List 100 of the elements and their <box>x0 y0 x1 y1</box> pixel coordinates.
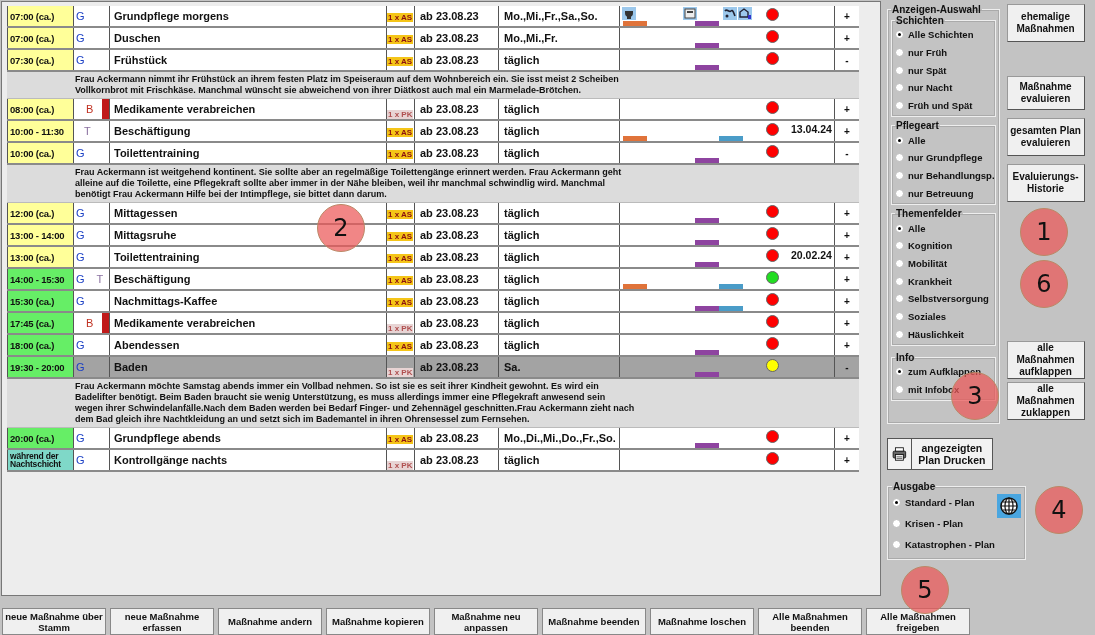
radio-button[interactable] <box>895 171 904 181</box>
expand-toggle[interactable]: + <box>834 203 859 223</box>
plan-row[interactable]: während der Nachtschicht G Kontrollgänge nachts 1 x PK ab 23.08.23 täglich + <box>7 450 859 472</box>
option-label[interactable]: zum Aufklappen <box>908 366 981 378</box>
expand-toggle[interactable]: - <box>834 50 859 70</box>
weekdays: täglich <box>498 99 619 119</box>
radio-button[interactable] <box>895 367 904 377</box>
option-label[interactable]: Soziales <box>908 310 947 322</box>
option-label[interactable]: nur Betreuung <box>908 187 974 199</box>
plan-row[interactable]: 20:00 (ca.) G Grundpflege abends 1 x AS ab 23.08.23 Mo.,Di.,Mi.,Do.,Fr.,So. + <box>7 428 859 450</box>
expand-button[interactable]: alle Maßnahmen aufklappen <box>1006 341 1085 379</box>
plan-row[interactable]: 13:00 (ca.) G Toilettentraining 1 x AS ab 23.08.23 täglich 20.02.24 + <box>7 247 859 269</box>
globe-icon[interactable] <box>996 494 1021 518</box>
action-button[interactable]: Alle Maßnahmen beenden <box>758 608 862 635</box>
expand-toggle[interactable]: + <box>834 291 859 311</box>
action-button[interactable]: neue Maßnahme über Stamm <box>2 608 106 635</box>
radio-button[interactable] <box>892 519 901 528</box>
measure-name: Nachmittags-Kaffee <box>109 291 386 311</box>
plan-row[interactable]: 07:00 (ca.) G Grundpflege morgens 1 x AS ab 23.08.23 Mo.,Mi.,Fr.,Sa.,So. + <box>7 6 859 28</box>
radio-button[interactable] <box>895 65 904 75</box>
option-label[interactable]: nur Nacht <box>908 82 953 94</box>
option-label[interactable]: Alle <box>908 134 926 146</box>
action-button[interactable]: Alle Maßnahmen freigeben <box>866 608 970 635</box>
radio-button[interactable] <box>895 83 904 93</box>
plan-row[interactable]: 14:00 - 15:30 G T Beschäftigung 1 x AS ab 23.08.23 täglich + <box>7 269 859 291</box>
expand-toggle[interactable]: + <box>834 450 859 470</box>
option-label[interactable]: nur Früh <box>908 47 948 59</box>
option-label[interactable]: Selbstversorgung <box>908 293 989 305</box>
expand-button[interactable]: alle Maßnahmen zuklappen <box>1006 382 1085 420</box>
plan-row[interactable]: 17:45 (ca.) B Medikamente verabreichen 1 x PK ab 23.08.23 täglich + <box>7 313 859 335</box>
print-button[interactable]: angezeigten Plan Drucken <box>887 438 993 470</box>
option-label[interactable]: mit Infobox <box>908 384 960 396</box>
measure-name: Frühstück <box>109 50 386 70</box>
staff-badge: 1 x AS <box>387 275 414 285</box>
radio-button[interactable] <box>895 276 904 286</box>
radio-button[interactable] <box>895 385 904 395</box>
option-label[interactable]: nur Grundpflege <box>908 152 983 164</box>
expand-toggle[interactable]: + <box>834 121 859 141</box>
option-label[interactable]: Häuslichkeit <box>908 328 964 340</box>
plan-row[interactable]: 18:00 (ca.) G Abendessen 1 x AS ab 23.08.23 täglich + <box>7 335 859 357</box>
radio-button[interactable] <box>895 30 904 40</box>
expand-toggle[interactable]: + <box>834 313 859 333</box>
option-label[interactable]: nur Spät <box>908 64 947 76</box>
group-title: Ausgabe <box>892 481 937 492</box>
option-label[interactable]: Kognition <box>908 240 953 252</box>
radio-button[interactable] <box>892 498 901 507</box>
radio-button[interactable] <box>895 241 904 251</box>
time-cell: 10:00 - 11:30 <box>7 121 73 141</box>
expand-toggle[interactable]: + <box>834 269 859 289</box>
action-button[interactable]: neue Maßnahme erfassen <box>110 608 214 635</box>
radio-button[interactable] <box>895 188 904 198</box>
radio-button[interactable] <box>895 223 904 233</box>
action-button[interactable]: Maßnahme beenden <box>542 608 646 635</box>
expand-toggle[interactable]: + <box>834 247 859 267</box>
plan-row[interactable]: 10:00 (ca.) G Toilettentraining 1 x AS ab 23.08.23 täglich - <box>7 143 859 165</box>
radio-button[interactable] <box>895 48 904 58</box>
side-button[interactable]: Evaluierungs-Historie <box>1006 164 1085 202</box>
option-label[interactable]: Alle Schichten <box>908 29 974 41</box>
action-button[interactable]: Maßnahme loschen <box>650 608 754 635</box>
option-label[interactable]: Alle <box>908 222 926 234</box>
radio-button[interactable] <box>892 540 901 549</box>
start-date: ab 23.08.23 <box>414 225 498 245</box>
option-label[interactable]: Mobilität <box>908 257 948 269</box>
plan-row[interactable]: 15:30 (ca.) G Nachmittags-Kaffee 1 x AS ab 23.08.23 täglich + <box>7 291 859 313</box>
side-button[interactable]: Maßnahme evaluieren <box>1006 76 1085 110</box>
shift-bar <box>695 43 719 48</box>
plan-row[interactable]: 19:30 - 20:00 G Baden 1 x PK ab 23.08.23 Sa. - <box>7 357 859 379</box>
option-label[interactable]: Krankheit <box>908 275 952 287</box>
radio-button[interactable] <box>895 101 904 111</box>
plan-row[interactable]: 07:30 (ca.) G Frühstück 1 x AS ab 23.08.23 täglich - <box>7 50 859 72</box>
option-label[interactable]: Früh und Spät <box>908 100 973 112</box>
action-button[interactable]: Maßnahme kopieren <box>326 608 430 635</box>
option-label[interactable]: Katastrophen - Plan <box>905 539 995 550</box>
measure-name: Duschen <box>109 28 386 48</box>
radio-button[interactable] <box>895 294 904 304</box>
radio-button[interactable] <box>895 311 904 321</box>
side-button[interactable]: gesamten Plan evaluieren <box>1006 118 1085 156</box>
side-button[interactable]: ehemalige Maßnahmen <box>1006 4 1085 42</box>
option-label[interactable]: nur Behandlungsp. <box>908 170 995 182</box>
expand-toggle[interactable]: - <box>834 143 859 163</box>
expand-toggle[interactable]: + <box>834 99 859 119</box>
option-label[interactable]: Standard - Plan <box>905 497 975 508</box>
action-button[interactable]: Maßnahme andern <box>218 608 322 635</box>
plan-row[interactable]: 10:00 - 11:30 T Beschäftigung 1 x AS ab 23.08.23 täglich 13.04.24 + <box>7 121 859 143</box>
radio-button[interactable] <box>895 135 904 145</box>
radio-button[interactable] <box>895 329 904 339</box>
expand-toggle[interactable]: + <box>834 6 859 26</box>
option-label[interactable]: Krisen - Plan <box>905 518 964 529</box>
expand-toggle[interactable]: + <box>834 335 859 355</box>
expand-toggle[interactable]: + <box>834 428 859 448</box>
plan-row[interactable]: 07:00 (ca.) G Duschen 1 x AS ab 23.08.23 Mo.,Mi.,Fr. + <box>7 28 859 50</box>
expand-toggle[interactable]: + <box>834 28 859 48</box>
plan-row[interactable]: 08:00 (ca.) B Medikamente verabreichen 1 x PK ab 23.08.23 täglich + <box>7 99 859 121</box>
action-button[interactable]: Maßnahme neu anpassen <box>434 608 538 635</box>
radio-button[interactable] <box>895 153 904 163</box>
staff-badge: 1 x AS <box>387 231 414 241</box>
radio-button[interactable] <box>895 258 904 268</box>
expand-toggle[interactable]: + <box>834 225 859 245</box>
expand-toggle[interactable]: - <box>834 357 859 377</box>
callout-marker: 1 <box>1020 208 1068 256</box>
